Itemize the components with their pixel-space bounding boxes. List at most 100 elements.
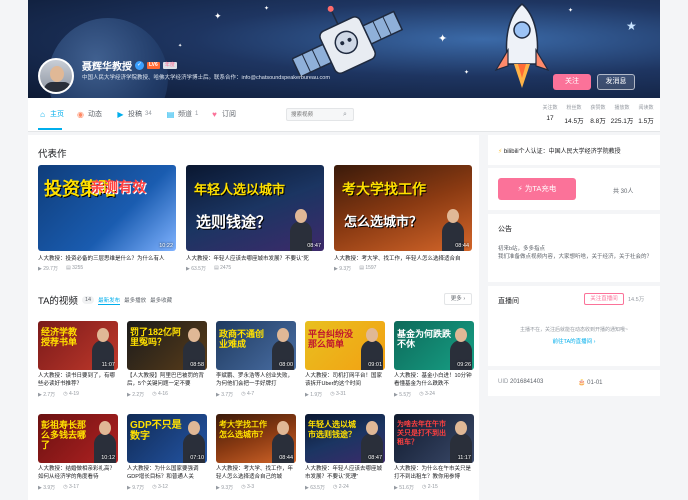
video-title[interactable]: 人大教授：为什么国家要强调GDP增长目标？和普通人关 [127,465,207,481]
video-duration: 08:44 [455,243,469,249]
video-card[interactable]: 罚了182亿阿里冤吗？ 08:58 【人大教授】阿里巴巴被罚的背后，5个关键问题… [127,321,207,398]
sort-latest[interactable]: 最新发布 [98,296,121,305]
representative-card[interactable]: 投资策略 亲测有效 10:22 人大教授：投资必备的三层思维是什么？为什么有人 … [38,165,176,272]
message-button[interactable]: 发消息 [597,74,635,90]
video-meta: ▶ 1.9万 ◷ 3-31 [305,391,385,398]
more-label: 更多 [450,296,462,302]
tab-channel[interactable]: ▤ 频道 1 [166,109,199,119]
video-title[interactable]: 李斌鹏、罗永浩等人创业失败，为何他们会把一手好牌打 [216,372,296,388]
video-thumbnail[interactable]: 为啥去年在午市关只是打不到出租车？ 11:17 [394,414,474,463]
video-title[interactable]: 人大教授：结婚做相亲彩礼高？如何从经济学的角度看待 [38,465,118,481]
tab-dynamic[interactable]: ◉ 动态 [76,109,102,119]
video-card[interactable]: 基金为何跌跌不休 09:26 人大教授：基金小白进！10分钟看懂基金为什么跌跌不… [394,321,474,398]
video-meta: ▶ 51.6万 ◷ 2-15 [394,484,474,491]
videos-count: 14 [81,296,95,304]
video-card[interactable]: 经济学教授荐书单 11:07 人大教授：读书日要到了，有哪些必读好书推荐？ ▶ … [38,321,118,398]
video-duration: 11:07 [101,362,115,368]
video-thumbnail[interactable]: 考大学找工作怎么选城市？ 08:44 [216,414,296,463]
video-card[interactable]: 考大学找工作怎么选城市？ 08:44 人大教授：考大学、找工作，年轻人怎么选择适… [216,414,296,491]
video-duration: 08:00 [279,362,293,368]
search-icon[interactable]: ⌕ [343,111,350,118]
play-count: 1.9万 [310,392,323,398]
stat-followers[interactable]: 粉丝数 14.5万 [562,104,586,125]
tab-upload[interactable]: ▶ 投稿 34 [116,109,151,119]
video-thumbnail[interactable]: 考大学找工作 怎么选城市？ 08:44 [334,165,472,251]
main-content: 代表作 投资策略 亲测有效 10:22 人大教授：投资必备的三层思维是什么？为什… [28,135,479,500]
video-card[interactable]: 为啥去年在午市关只是打不到出租车？ 11:17 人大教授：为什么在午市关只是打不… [394,414,474,491]
danmaku-count: 2475 [220,265,232,271]
video-title[interactable]: 人大教授：读书日要到了，有哪些必读好书推荐？ [38,372,118,388]
upload-date: 2-15 [427,484,438,490]
live-room-link[interactable]: 前往TA的直播间 › [496,337,652,345]
video-thumbnail[interactable]: 政商不通创业难成 08:00 [216,321,296,370]
play-count: 29.7万 [43,266,58,272]
upload-date: 3-17 [68,484,79,490]
live-status: 主播不在，关注后就能在动态收到开播的通知哦~ [520,327,628,333]
play-count: 51.6万 [399,485,414,491]
stat-value: 14.5万 [564,118,584,125]
video-title[interactable]: 人大教授：为什么在午市关只是打不到出租车？教你用参博 [394,465,474,481]
username: 聂辉华教授 [82,62,132,73]
charge-button[interactable]: ⚡ 为TA充电 [498,178,576,200]
star-icon: ✦ [464,70,470,76]
thumbnail-text: 经济学教授荐书单 [41,327,78,347]
stat-value: 225.1万 [610,118,634,125]
charge-count: 共 30人 [613,189,634,195]
video-title[interactable]: 人大教授：投资必备的三层思维是什么？为什么有人 [38,254,176,262]
video-card[interactable]: GDP不只是数字 07:10 人大教授：为什么国家要强调GDP增长目标？和普通人… [127,414,207,491]
video-title[interactable]: 【人大教授】阿里巴巴被罚的背后，5个关键问题一定不要 [127,372,207,388]
search-box: ⌕ [286,108,354,121]
play-count: 9.3万 [221,485,234,491]
video-thumbnail[interactable]: 投资策略 亲测有效 10:22 [38,165,176,251]
video-meta: ▶ 3.9万 ◷ 3-17 [38,484,118,491]
video-thumbnail[interactable]: 年轻人选以城市选则钱途？ 08:47 [305,414,385,463]
video-title[interactable]: 人大教授：考大学、找工作，年轻人怎么选择适合自 [334,254,472,262]
search-input[interactable] [287,109,341,120]
video-duration: 08:44 [279,455,293,461]
tab-subscribe[interactable]: ♥ 订阅 [210,109,236,119]
video-duration: 08:47 [307,243,321,249]
video-title[interactable]: 人大教授：年轻人应该去哪座城市发展？不要认“死 [186,254,324,262]
video-meta: ▶ 63.5万 ▤ 2475 [186,265,324,272]
video-thumbnail[interactable]: GDP不只是数字 07:10 [127,414,207,463]
stat-value: 17 [546,115,554,122]
stat-label: 获赞数 [590,105,606,111]
live-follow-button[interactable]: 关注直播间 [584,293,624,305]
video-duration: 09:01 [368,362,382,368]
video-meta: ▶ 2.7万 ◷ 4-19 [38,391,118,398]
representative-card[interactable]: 年轻人选以城市 选则钱途？ 08:47 人大教授：年轻人应该去哪座城市发展？不要… [186,165,324,272]
video-title[interactable]: 人大教授：基金小白进！10分钟看懂基金为什么跌跌不 [394,372,474,388]
follow-button[interactable]: 关注 [553,74,591,90]
video-thumbnail[interactable]: 年轻人选以城市 选则钱途？ 08:47 [186,165,324,251]
sort-most-played[interactable]: 最多播放 [124,296,146,304]
thumbnail-text: 怎么选城市？ [344,214,423,229]
more-videos-button[interactable]: 更多 › [444,293,472,305]
stat-following[interactable]: 关注数 17 [538,104,562,125]
sort-most-favorited[interactable]: 最多收藏 [150,296,172,304]
video-title[interactable]: 人大教授：年轻人应该去哪座城市发展？不要认“死理” [305,465,385,481]
video-thumbnail[interactable]: 罚了182亿阿里冤吗？ 08:58 [127,321,207,370]
video-card[interactable]: 彭祖寿长那么多钱去哪了 10:12 人大教授：结婚做相亲彩礼高？如何从经济学的角… [38,414,118,491]
videos-header: TA的视频 14 最新发布 最多播放 最多收藏 [38,293,172,307]
video-card[interactable]: 政商不通创业难成 08:00 李斌鹏、罗永浩等人创业失败，为何他们会把一手好牌打… [216,321,296,398]
stat-label: 粉丝数 [566,105,582,111]
verified-icon: ✓ [135,61,144,70]
video-thumbnail[interactable]: 平台纠纷没那么简单 09:01 [305,321,385,370]
representative-card[interactable]: 考大学找工作 怎么选城市？ 08:44 人大教授：考大学、找工作，年轻人怎么选择… [334,165,472,272]
tab-home[interactable]: ⌂ 主页 [38,109,64,119]
video-duration: 10:22 [159,243,173,249]
thumbnail-text: GDP不只是数字 [130,420,182,442]
video-thumbnail[interactable]: 基金为何跌跌不休 09:26 [394,321,474,370]
video-card[interactable]: 平台纠纷没那么简单 09:01 人大教授：司机打网平台！国家该拆开Uber的这个… [305,321,385,398]
video-meta: ▶ 5.5万 ◷ 3-24 [394,391,474,398]
video-title[interactable]: 人大教授：司机打网平台！国家该拆开Uber的这个时间 [305,372,385,388]
video-duration: 09:26 [457,362,471,368]
thumbnail-text: 考大学找工作怎么选城市？ [219,420,267,439]
video-card[interactable]: 年轻人选以城市选则钱途？ 08:47 人大教授：年轻人应该去哪座城市发展？不要认… [305,414,385,491]
video-thumbnail[interactable]: 彭祖寿长那么多钱去哪了 10:12 [38,414,118,463]
video-thumbnail[interactable]: 经济学教授荐书单 11:07 [38,321,118,370]
tab-label: 动态 [88,111,102,118]
video-meta: ▶ 2.2万 ◷ 4-16 [127,391,207,398]
avatar[interactable] [38,58,74,94]
video-title[interactable]: 人大教授：考大学、找工作，年轻人怎么选择适合自己的城 [216,465,296,481]
